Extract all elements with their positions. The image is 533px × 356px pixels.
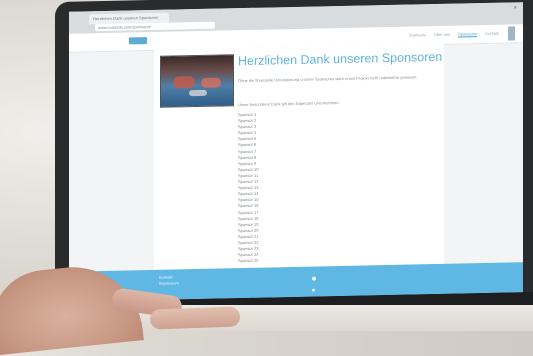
intro-text: Ohne die finanzielle Unterstützung unser… [238, 74, 418, 84]
footer-links: Kontakt Impressum [159, 274, 179, 286]
page-title: Herzlichen Dank unseren Sponsoren [238, 49, 443, 69]
laptop-screen: Herzlichen Dank unseren Sponsoren www.ex… [69, 2, 523, 302]
footer-imprint[interactable]: Impressum [159, 280, 179, 286]
nav-item-sponsors[interactable]: Sponsoren [458, 31, 478, 38]
laptop: Herzlichen Dank unseren Sponsoren www.ex… [55, 0, 533, 331]
sponsor-list: Sponsor 1 Sponsor 2 Sponsor 3 Sponsor 4 Spon… [238, 108, 438, 265]
footer-icon[interactable] [312, 276, 316, 281]
nav-item-about[interactable]: Über uns [434, 32, 450, 38]
menu-toggle[interactable] [508, 26, 515, 41]
nav-item-home[interactable]: Startseite [409, 32, 426, 38]
main-content: Herzlichen Dank unseren Sponsoren Ohne d… [154, 43, 444, 270]
main-nav: Startseite Über uns Sponsoren Kontakt [409, 31, 499, 39]
finger [149, 306, 241, 330]
footer-icon[interactable] [312, 288, 315, 292]
address-bar[interactable]: www.example.com/sponsoren [95, 21, 215, 32]
intro-text-2: Unser besonderer Dank gilt den folgenden… [238, 100, 340, 108]
nav-item-contact[interactable]: Kontakt [485, 31, 499, 37]
close-icon[interactable]: × [513, 5, 517, 11]
site-logo[interactable] [129, 37, 147, 45]
team-photo [160, 54, 234, 108]
